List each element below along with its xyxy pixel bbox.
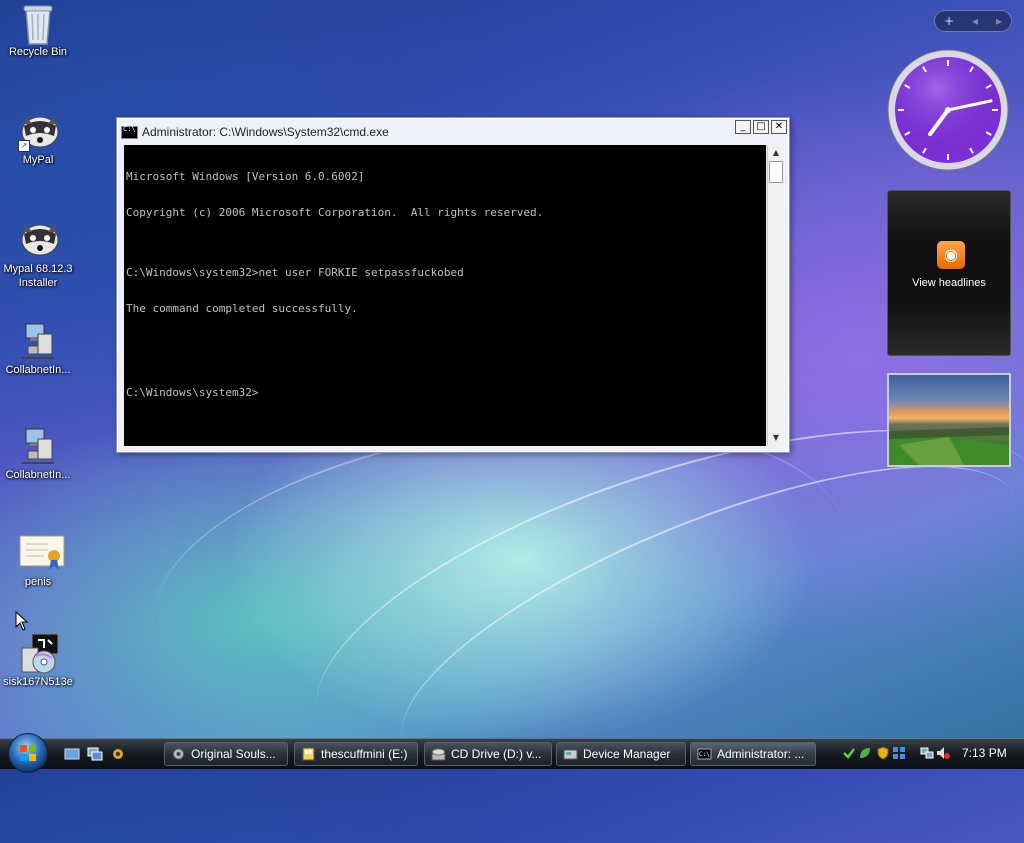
taskbar-item-label: Original Souls...: [191, 747, 276, 761]
certificate-icon: [18, 532, 65, 572]
vertical-scrollbar[interactable]: ▲ ▼: [767, 145, 784, 446]
scroll-thumb[interactable]: [769, 161, 783, 183]
console-line: Microsoft Windows [Version 6.0.6002]: [126, 170, 365, 183]
shortcut-arrow-icon: ↗: [18, 140, 30, 152]
quick-launch-app-icon[interactable]: [110, 747, 126, 761]
console-line: C:\Windows\system32>net user FORKIE setp…: [126, 266, 464, 279]
window-controls: _ □ ✕: [735, 120, 787, 134]
clock-time[interactable]: 7:13 PM: [962, 746, 1007, 760]
taskbar-item-device-manager[interactable]: Device Manager: [556, 742, 686, 766]
cd-drive-icon: [431, 748, 446, 761]
cmd-icon: [121, 125, 138, 139]
computer-network-icon: [18, 425, 58, 465]
desktop-icon-mypal[interactable]: ↗ MyPal: [0, 110, 76, 167]
switch-windows-icon[interactable]: [87, 747, 103, 761]
desktop-icon-label: penis: [24, 576, 52, 588]
maximize-button[interactable]: □: [753, 120, 769, 134]
device-manager-icon: [563, 749, 578, 760]
rss-icon: ◉: [937, 241, 965, 269]
raccoon-icon: [18, 218, 59, 258]
leaf-icon[interactable]: [858, 746, 872, 760]
volume-muted-icon[interactable]: [936, 746, 950, 760]
minimize-button[interactable]: _: [735, 120, 751, 134]
taskbar-item-label: Administrator: ...: [717, 747, 805, 761]
taskbar-item-label: CD Drive (D:) v...: [451, 747, 542, 761]
sidebar-controls: + ◂ ▸: [934, 10, 1012, 32]
cmd-window[interactable]: Administrator: C:\Windows\System32\cmd.e…: [116, 117, 790, 453]
cmd-icon: C:\: [697, 748, 712, 760]
taskbar-item-thescuffmini[interactable]: thescuffmini (E:): [294, 742, 418, 766]
sidebar-next-button[interactable]: ▸: [996, 14, 1002, 28]
desktop-icon-mypal-installer[interactable]: Mypal 68.12.3 Installer: [0, 218, 76, 290]
checkmark-icon[interactable]: [842, 746, 856, 760]
view-headlines-label[interactable]: View headlines: [888, 277, 1010, 289]
desktop-icon-sisk[interactable]: sisk167N513e: [0, 632, 76, 689]
console-line: Copyright (c) 2006 Microsoft Corporation…: [126, 206, 544, 219]
close-button[interactable]: ✕: [771, 120, 787, 134]
sidebar-prev-button[interactable]: ◂: [972, 14, 978, 28]
scroll-down-icon[interactable]: ▼: [768, 430, 784, 446]
taskbar-item-administrator[interactable]: C:\ Administrator: ...: [690, 742, 816, 766]
raccoon-icon: ↗: [18, 110, 59, 152]
start-button[interactable]: [8, 733, 48, 773]
recycle-bin-icon: [18, 2, 58, 45]
slideshow-gadget[interactable]: [887, 373, 1011, 467]
windows-logo-icon: [20, 745, 36, 761]
installer-disc-icon: [18, 632, 59, 674]
desktop-icon-recycle-bin[interactable]: Recycle Bin: [0, 2, 76, 59]
network-windows-icon[interactable]: [892, 746, 906, 760]
system-tray: 7:13 PM: [836, 742, 1024, 766]
console-prompt: C:\Windows\system32>: [126, 386, 259, 399]
add-gadget-button[interactable]: +: [944, 14, 954, 28]
taskbar: Original Souls... thescuffmini (E:) CD D…: [0, 733, 1024, 773]
desktop-icon-label: CollabnetIn...: [5, 469, 71, 481]
desktop-icon-label: MyPal: [22, 154, 54, 166]
mouse-cursor-icon: [15, 611, 29, 631]
gear-icon: [173, 748, 184, 760]
svg-text:C:\: C:\: [699, 751, 710, 758]
clock-gadget[interactable]: [886, 48, 1010, 172]
taskbar-item-label: thescuffmini (E:): [321, 747, 408, 761]
computer-network-icon: [18, 320, 58, 360]
cmd-titlebar[interactable]: Administrator: C:\Windows\System32\cmd.e…: [121, 122, 785, 142]
console-output[interactable]: Microsoft Windows [Version 6.0.6002] Cop…: [124, 145, 766, 446]
console-line: The command completed successfully.: [126, 302, 358, 315]
window-title: Administrator: C:\Windows\System32\cmd.e…: [142, 125, 389, 139]
show-desktop-icon[interactable]: [64, 747, 80, 761]
desktop-icon-collabnet-2[interactable]: CollabnetIn...: [0, 425, 76, 482]
desktop-icon-label: Installer: [18, 277, 58, 289]
desktop-icon-label: Recycle Bin: [8, 46, 68, 58]
desktop-icon-label: CollabnetIn...: [5, 364, 71, 376]
network-icon[interactable]: [920, 746, 934, 760]
scroll-up-icon[interactable]: ▲: [768, 145, 784, 161]
clock-face: [887, 49, 1009, 171]
security-shield-icon[interactable]: [876, 746, 890, 760]
feed-headlines-gadget[interactable]: ◉ View headlines: [887, 190, 1011, 356]
taskbar-item-cd-drive[interactable]: CD Drive (D:) v...: [424, 742, 552, 766]
taskbar-item-original-souls[interactable]: Original Souls...: [164, 742, 288, 766]
taskbar-item-label: Device Manager: [583, 747, 671, 761]
landscape-photo: [889, 427, 1009, 465]
desktop-icon-penis[interactable]: penis: [0, 532, 76, 589]
desktop-icon-label: sisk167N513e: [3, 676, 73, 688]
drive-icon: [302, 747, 315, 761]
desktop-icon-label: Mypal 68.12.3: [3, 263, 73, 275]
desktop-icon-collabnet-1[interactable]: CollabnetIn...: [0, 320, 76, 377]
